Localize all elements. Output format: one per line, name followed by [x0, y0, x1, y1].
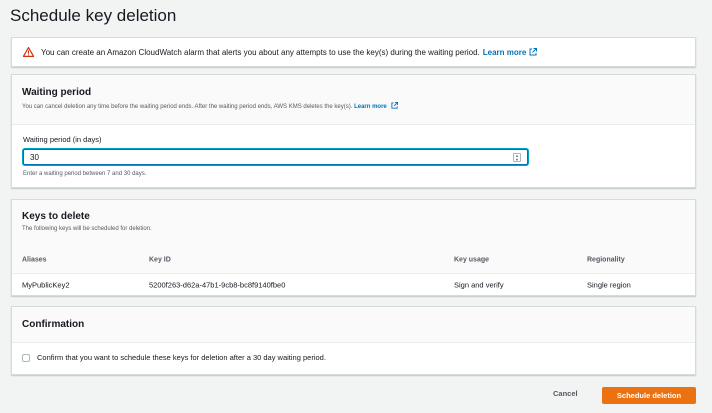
- regionality-cell: Single region: [587, 280, 631, 290]
- column-header-aliases: Aliases: [22, 256, 47, 263]
- waiting-period-label: Waiting period (in days): [23, 135, 102, 144]
- key-id-cell: 5200f263-d62a-47b1-9cb8-bc8f9140fbe0: [149, 280, 286, 290]
- waiting-period-description-text: You can cancel deletion any time before …: [22, 104, 353, 110]
- table-row: MyPublicKey2 5200f263-d62a-47b1-9cb8-bc8…: [12, 274, 695, 296]
- confirmation-heading: Confirmation: [22, 319, 85, 330]
- waiting-period-constraint: Enter a waiting period between 7 and 30 …: [23, 171, 147, 177]
- keys-heading: Keys to delete: [22, 211, 90, 222]
- confirmation-panel: Confirmation Confirm that you want to sc…: [11, 306, 696, 375]
- cancel-button[interactable]: Cancel: [553, 389, 578, 398]
- alert-text: You can create an Amazon CloudWatch alar…: [41, 47, 480, 57]
- keys-description: The following keys will be scheduled for…: [22, 226, 152, 232]
- confirm-checkbox-label[interactable]: Confirm that you want to schedule these …: [37, 353, 326, 362]
- column-header-regionality: Regionality: [587, 256, 625, 263]
- confirm-checkbox[interactable]: [22, 353, 30, 362]
- waiting-period-input[interactable]: 30 ▲ ▼: [23, 149, 528, 165]
- keys-to-delete-panel: Keys to delete The following keys will b…: [11, 199, 696, 296]
- alert-learn-more-link[interactable]: Learn more: [483, 48, 527, 57]
- key-alias-cell: MyPublicKey2: [22, 280, 70, 290]
- external-link-icon[interactable]: [529, 48, 538, 56]
- page-title: Schedule key deletion: [10, 6, 177, 25]
- waiting-learn-more-link[interactable]: Learn more: [354, 104, 387, 110]
- external-link-icon[interactable]: [391, 102, 399, 109]
- confirm-checkbox-row[interactable]: Confirm that you want to schedule these …: [22, 353, 326, 362]
- confirmation-header: Confirmation: [12, 307, 695, 343]
- number-stepper[interactable]: ▲ ▼: [513, 153, 521, 162]
- warning-icon: [23, 47, 34, 57]
- stepper-down-icon[interactable]: ▼: [515, 158, 519, 162]
- keys-table-header: Aliases Key ID Key usage Regionality: [12, 246, 695, 274]
- column-header-key-usage: Key usage: [454, 256, 490, 263]
- cloudwatch-alert: You can create an Amazon CloudWatch alar…: [11, 37, 696, 67]
- waiting-period-header: Waiting period You can cancel deletion a…: [12, 75, 695, 125]
- keys-header: Keys to delete The following keys will b…: [12, 200, 695, 246]
- waiting-period-heading: Waiting period: [22, 87, 92, 98]
- waiting-period-description: You can cancel deletion any time before …: [22, 102, 685, 110]
- waiting-period-value: 30: [30, 153, 39, 162]
- key-usage-cell: Sign and verify: [454, 280, 504, 290]
- column-header-key-id: Key ID: [149, 256, 171, 263]
- waiting-period-panel: Waiting period You can cancel deletion a…: [11, 74, 696, 188]
- schedule-deletion-button[interactable]: Schedule deletion: [602, 387, 696, 404]
